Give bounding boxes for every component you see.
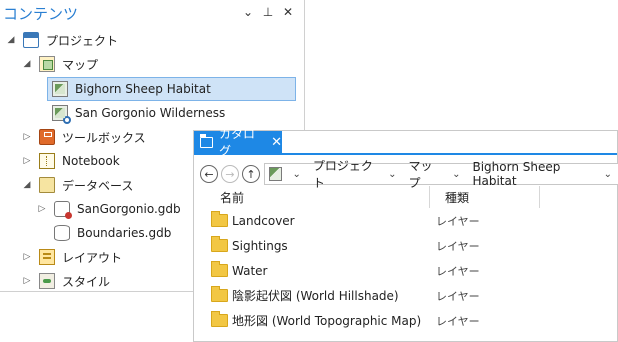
pin-icon[interactable]: ⊥	[262, 5, 274, 19]
tree-item-maps[interactable]: ◢ マップ	[20, 52, 98, 76]
tree-item-label: Boundaries.gdb	[77, 226, 172, 240]
up-button[interactable]: ↑	[242, 165, 260, 183]
breadcrumb: ⌄ プロジェクト ⌄ マップ ⌄ Bighorn Sheep Habitat ⌄	[264, 159, 618, 190]
tree-item-bighorn-sheep-habitat[interactable]: Bighorn Sheep Habitat	[47, 77, 296, 101]
chevron-down-icon[interactable]: ⌄	[388, 169, 396, 180]
map-icon	[269, 167, 282, 181]
layer-folder-icon	[211, 311, 228, 327]
pane-title: コンテンツ	[3, 5, 79, 23]
map-icon	[52, 81, 68, 97]
item-type: レイヤー	[436, 314, 480, 328]
item-name: 地形図 (World Topographic Map)	[232, 314, 422, 328]
back-button[interactable]: ←	[200, 165, 218, 183]
layer-folder-icon	[211, 261, 228, 277]
catalog-folder-icon	[200, 133, 214, 148]
map-folder-icon	[39, 56, 55, 72]
item-name: Landcover	[232, 213, 295, 228]
expand-caret[interactable]: ▷	[20, 132, 34, 142]
catalog-pane: カタログ ✕ ← → ↑ ⌄ プロジェクト ⌄ マップ ⌄ Bighorn Sh…	[193, 127, 618, 342]
tab-catalog[interactable]: カタログ ✕	[194, 127, 282, 158]
item-type: レイヤー	[436, 264, 480, 278]
expand-caret[interactable]: ▷	[35, 204, 49, 214]
tree-item-notebook[interactable]: ▷ Notebook	[20, 149, 120, 173]
tree-item-san-gorgonio-wilderness[interactable]: San Gorgonio Wilderness	[47, 101, 225, 125]
tree-item-sangorgonio-gdb[interactable]: ▷ SanGorgonio.gdb	[35, 197, 181, 221]
tree-item-project[interactable]: ◢ プロジェクト	[4, 28, 118, 52]
layer-folder-icon	[211, 236, 228, 252]
breadcrumb-map[interactable]: Bighorn Sheep Habitat	[472, 160, 591, 188]
toolbox-icon	[39, 129, 55, 145]
layer-folder-icon	[211, 286, 228, 302]
expand-caret[interactable]: ▷	[20, 276, 34, 286]
list-item[interactable]: Water レイヤー	[194, 258, 618, 283]
tree-item-label: ツールボックス	[62, 130, 146, 145]
expand-caret[interactable]: ▷	[20, 252, 34, 262]
tree-item-databases[interactable]: ◢ データベース	[20, 173, 133, 197]
project-icon	[23, 32, 39, 48]
item-type: レイヤー	[436, 239, 480, 253]
style-icon	[39, 273, 55, 289]
notebook-icon	[39, 153, 55, 169]
chevron-down-icon[interactable]: ⌄	[452, 169, 460, 180]
column-divider[interactable]	[539, 186, 540, 208]
tree-item-styles[interactable]: ▷ スタイル	[20, 269, 110, 293]
tree-item-label: マップ	[62, 57, 99, 72]
tree-item-label: レイアウト	[62, 250, 123, 265]
list-item[interactable]: Sightings レイヤー	[194, 233, 618, 258]
list-item[interactable]: 地形図 (World Topographic Map) レイヤー	[194, 308, 618, 333]
layout-icon	[39, 249, 55, 265]
list-item[interactable]: Landcover レイヤー	[194, 208, 618, 233]
layer-folder-icon	[211, 211, 228, 227]
tree-item-label: プロジェクト	[46, 33, 119, 48]
chevron-down-icon[interactable]: ⌄	[293, 169, 301, 180]
tree-item-label: スタイル	[62, 274, 111, 289]
item-name: 陰影起伏図 (World Hillshade)	[232, 289, 399, 303]
item-name: Sightings	[232, 238, 288, 253]
column-name-header[interactable]: 名前	[220, 189, 244, 206]
database-folder-icon	[39, 177, 55, 193]
chevron-down-icon[interactable]: ⌄	[604, 169, 612, 180]
tree-item-label: San Gorgonio Wilderness	[75, 106, 226, 120]
tree-item-toolboxes[interactable]: ▷ ツールボックス	[20, 125, 146, 149]
expand-caret[interactable]: ◢	[4, 35, 18, 45]
pane-menu-icon[interactable]: ⌄	[242, 5, 254, 19]
tree-item-label: データベース	[62, 178, 134, 193]
column-type-header[interactable]: 種類	[445, 189, 469, 206]
tree-item-label: Bighorn Sheep Habitat	[75, 82, 211, 96]
navigation-buttons: ← → ↑	[200, 163, 263, 185]
database-icon	[54, 225, 70, 241]
forward-button[interactable]: →	[221, 165, 239, 183]
item-name: Water	[232, 263, 268, 278]
column-divider[interactable]	[429, 186, 430, 208]
pane-toolbar: ⌄ ⊥ ✕	[242, 5, 294, 19]
item-type: レイヤー	[436, 289, 480, 303]
map-link-icon	[52, 105, 71, 124]
tree-item-boundaries-gdb[interactable]: Boundaries.gdb	[49, 221, 171, 245]
expand-caret[interactable]: ◢	[20, 59, 34, 69]
expand-caret[interactable]: ▷	[20, 156, 34, 166]
tree-item-layouts[interactable]: ▷ レイアウト	[20, 245, 122, 269]
item-type: レイヤー	[436, 214, 480, 228]
close-icon[interactable]: ✕	[282, 5, 294, 19]
close-tab-icon[interactable]: ✕	[271, 135, 282, 150]
expand-caret[interactable]: ◢	[20, 180, 34, 190]
geodatabase-icon	[54, 201, 72, 219]
tab-label: カタログ	[219, 127, 256, 158]
tree-item-label: SanGorgonio.gdb	[77, 202, 181, 216]
list-item[interactable]: 陰影起伏図 (World Hillshade) レイヤー	[194, 283, 618, 308]
column-header: 名前 種類	[194, 186, 618, 208]
tab-strip: カタログ ✕	[194, 127, 617, 158]
tree-item-label: Notebook	[62, 154, 120, 168]
